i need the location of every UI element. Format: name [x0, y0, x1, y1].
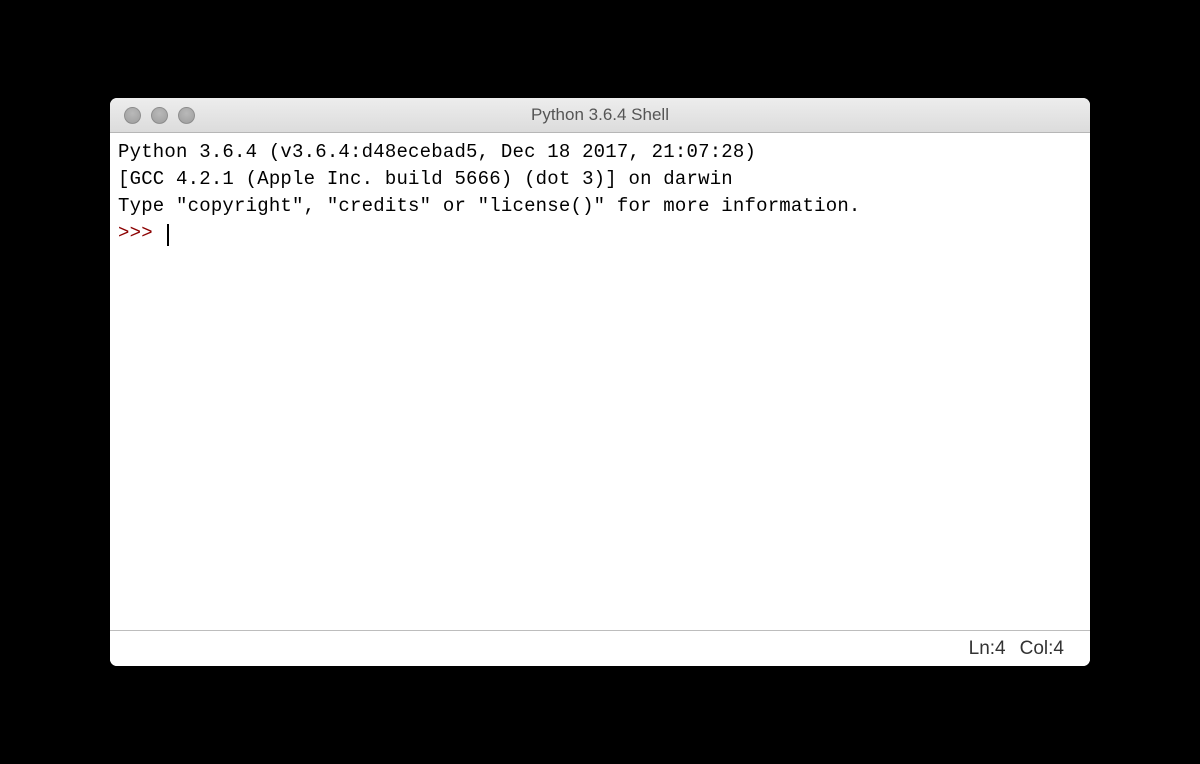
status-col-value: 4: [1053, 638, 1064, 660]
shell-line-2: [GCC 4.2.1 (Apple Inc. build 5666) (dot …: [118, 168, 733, 190]
text-cursor: [167, 224, 169, 246]
window-title: Python 3.6.4 Shell: [110, 105, 1090, 125]
status-line: Ln: 4: [969, 638, 1006, 660]
status-col-label: Col:: [1020, 638, 1054, 660]
traffic-lights: [110, 107, 195, 124]
zoom-button[interactable]: [178, 107, 195, 124]
shell-window: Python 3.6.4 Shell Python 3.6.4 (v3.6.4:…: [110, 98, 1090, 666]
shell-prompt: >>>: [118, 222, 164, 244]
status-col: Col: 4: [1020, 638, 1064, 660]
statusbar: Ln: 4 Col: 4: [110, 630, 1090, 666]
shell-content[interactable]: Python 3.6.4 (v3.6.4:d48ecebad5, Dec 18 …: [110, 133, 1090, 630]
close-button[interactable]: [124, 107, 141, 124]
status-line-label: Ln:: [969, 638, 995, 660]
minimize-button[interactable]: [151, 107, 168, 124]
status-line-value: 4: [995, 638, 1006, 660]
shell-line-1: Python 3.6.4 (v3.6.4:d48ecebad5, Dec 18 …: [118, 141, 756, 163]
titlebar[interactable]: Python 3.6.4 Shell: [110, 98, 1090, 133]
shell-line-3: Type "copyright", "credits" or "license(…: [118, 195, 861, 217]
